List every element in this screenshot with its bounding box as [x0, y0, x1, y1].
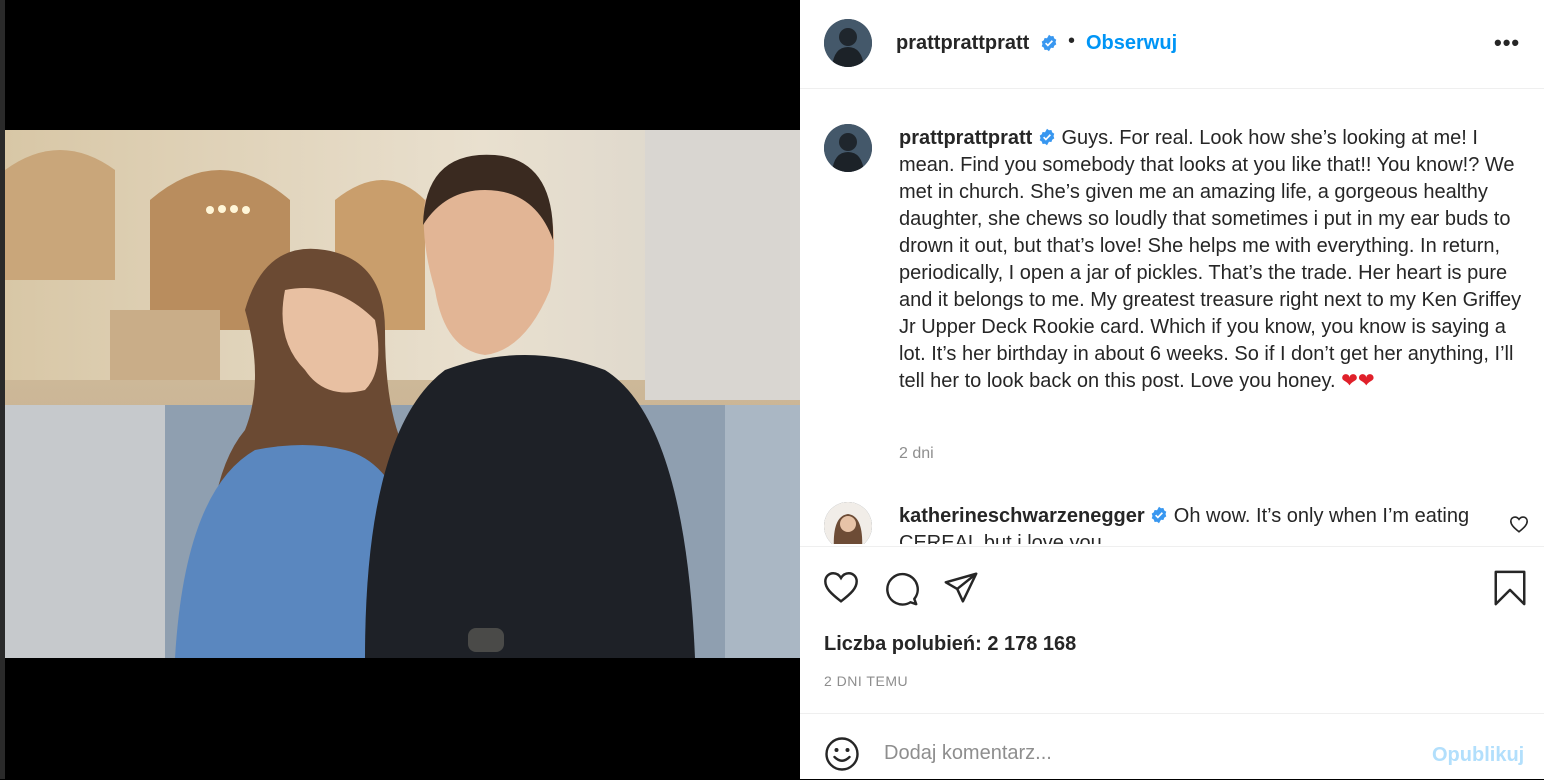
- comment-item: katherineschwarzenegger Oh wow. It’s onl…: [899, 503, 1499, 544]
- comments-list[interactable]: prattprattpratt Guys. For real. Look how…: [800, 89, 1544, 544]
- author-username[interactable]: prattprattpratt: [896, 32, 1029, 55]
- verified-badge-icon: [1041, 34, 1057, 52]
- add-comment-bar: Opublikuj: [800, 713, 1544, 780]
- caption-text: Guys. For real. Look how she’s looking a…: [899, 127, 1522, 392]
- post-date[interactable]: 2 DNI TEMU: [824, 673, 908, 689]
- follow-button[interactable]: Obserwuj: [1086, 32, 1177, 55]
- post-sidebar: prattprattpratt • Obserwuj ••• prattprat…: [800, 0, 1544, 779]
- comment-icon[interactable]: [882, 569, 920, 607]
- comment-like-heart-icon[interactable]: [1509, 515, 1529, 533]
- post-header: prattprattpratt • Obserwuj •••: [800, 0, 1544, 89]
- post-photo[interactable]: [5, 130, 800, 658]
- author-avatar[interactable]: [824, 19, 872, 67]
- heart-icon[interactable]: [822, 569, 860, 607]
- caption-avatar[interactable]: [824, 124, 872, 172]
- commenter-avatar[interactable]: [824, 502, 872, 544]
- more-icon[interactable]: •••: [1494, 30, 1520, 56]
- commenter-username[interactable]: katherineschwarzenegger: [899, 505, 1145, 527]
- share-icon[interactable]: [942, 569, 980, 607]
- caption-timestamp[interactable]: 2 dni: [899, 445, 934, 463]
- post-actions: Liczba polubień: 2 178 168 2 DNI TEMU: [800, 546, 1544, 714]
- caption-username[interactable]: prattprattpratt: [899, 127, 1032, 149]
- verified-badge-icon: [1151, 506, 1167, 524]
- comment-input[interactable]: [884, 738, 1404, 768]
- separator-dot: •: [1068, 30, 1076, 52]
- likes-count[interactable]: Liczba polubień: 2 178 168: [824, 633, 1076, 656]
- publish-button[interactable]: Opublikuj: [1432, 744, 1524, 767]
- heart-emoji: ❤❤: [1341, 370, 1375, 392]
- post-caption: prattprattpratt Guys. For real. Look how…: [899, 125, 1529, 395]
- emoji-icon[interactable]: [824, 736, 860, 772]
- verified-badge-icon: [1039, 128, 1055, 146]
- post-media: [0, 0, 800, 779]
- bookmark-icon[interactable]: [1491, 569, 1529, 607]
